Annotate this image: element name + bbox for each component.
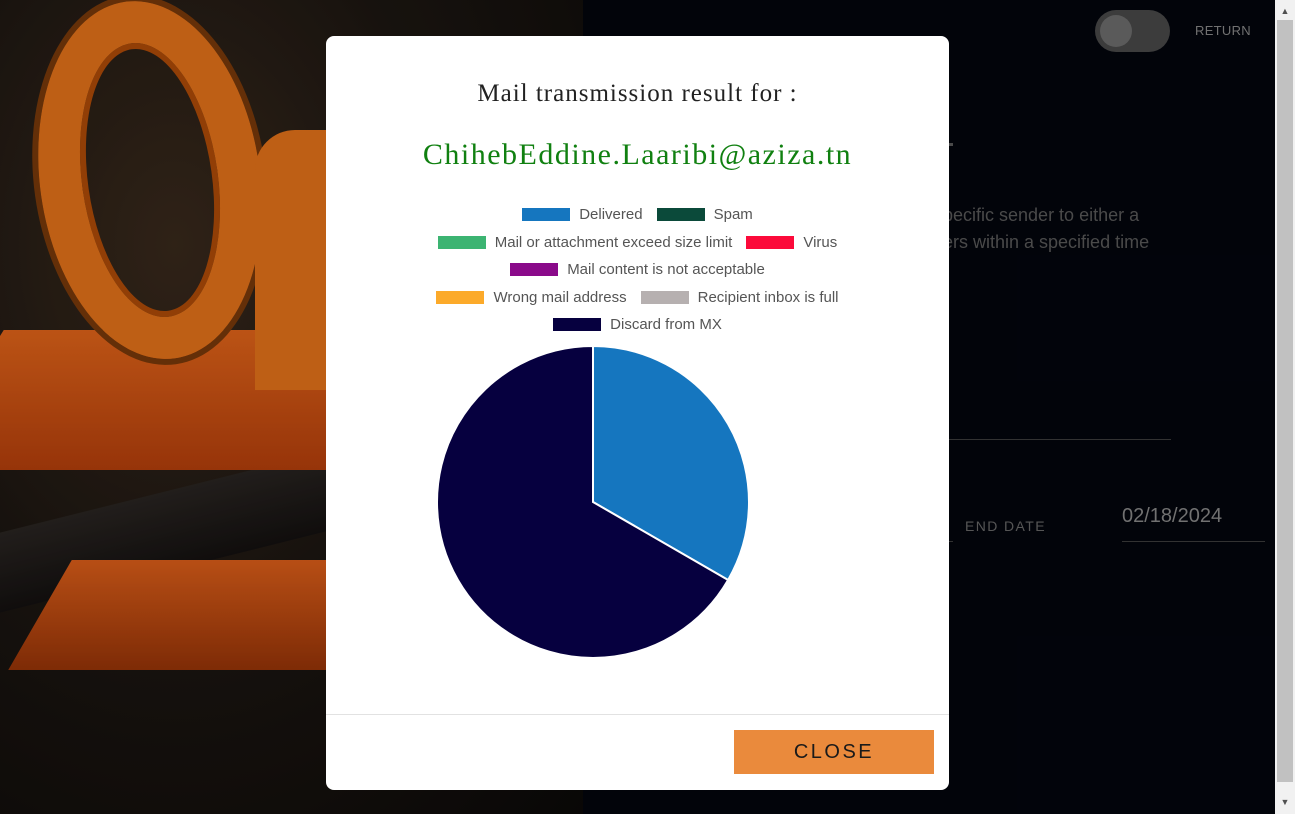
legend-label: Virus	[803, 234, 838, 251]
legend-row: Mail content is not acceptable	[326, 261, 949, 278]
legend-label: Mail or attachment exceed size limit	[494, 234, 733, 251]
modal-email: ChihebEddine.Laaribi@aziza.tn	[422, 138, 853, 171]
legend-item[interactable]: Mail or attachment exceed size limit	[437, 234, 733, 251]
scroll-up-arrow-icon[interactable]: ▲	[1275, 3, 1295, 20]
legend-item[interactable]: Wrong mail address	[436, 289, 627, 306]
legend-label: Delivered	[579, 206, 643, 223]
legend-row: Wrong mail address Recipient inbox is fu…	[326, 289, 949, 306]
pie-chart	[436, 344, 750, 659]
legend-item[interactable]: Virus	[746, 234, 837, 251]
legend-swatch	[510, 263, 559, 276]
modal-footer-divider	[326, 714, 949, 715]
legend-swatch	[640, 291, 689, 304]
legend-swatch	[437, 236, 486, 249]
legend-swatch	[553, 318, 602, 331]
legend-label: Discard from MX	[610, 316, 722, 333]
page-scrollbar[interactable]: ▲ ▼	[1275, 0, 1295, 814]
legend-item[interactable]: Discard from MX	[553, 316, 722, 333]
legend-swatch	[522, 208, 571, 221]
legend-swatch	[436, 291, 485, 304]
legend-item[interactable]: Spam	[656, 206, 753, 223]
legend-item[interactable]: Mail content is not acceptable	[510, 261, 765, 278]
modal-title: Mail transmission result for :	[477, 80, 798, 107]
scroll-down-arrow-icon[interactable]: ▼	[1275, 794, 1295, 811]
legend-swatch	[746, 236, 795, 249]
legend-row: Mail or attachment exceed size limit Vir…	[326, 234, 949, 251]
legend-row: Discard from MX	[326, 316, 949, 333]
result-modal: Mail transmission result for : ChihebEdd…	[326, 36, 949, 790]
legend-label: Wrong mail address	[493, 289, 627, 306]
legend-label: Spam	[713, 206, 753, 223]
scroll-thumb[interactable]	[1277, 20, 1293, 782]
legend-label: Recipient inbox is full	[697, 289, 839, 306]
legend-label: Mail content is not acceptable	[567, 261, 765, 278]
legend-swatch	[656, 208, 705, 221]
legend-item[interactable]: Delivered	[522, 206, 643, 223]
legend-item[interactable]: Recipient inbox is full	[640, 289, 839, 306]
legend-row: Delivered Spam	[326, 206, 949, 223]
close-button[interactable]: CLOSE	[734, 730, 934, 774]
